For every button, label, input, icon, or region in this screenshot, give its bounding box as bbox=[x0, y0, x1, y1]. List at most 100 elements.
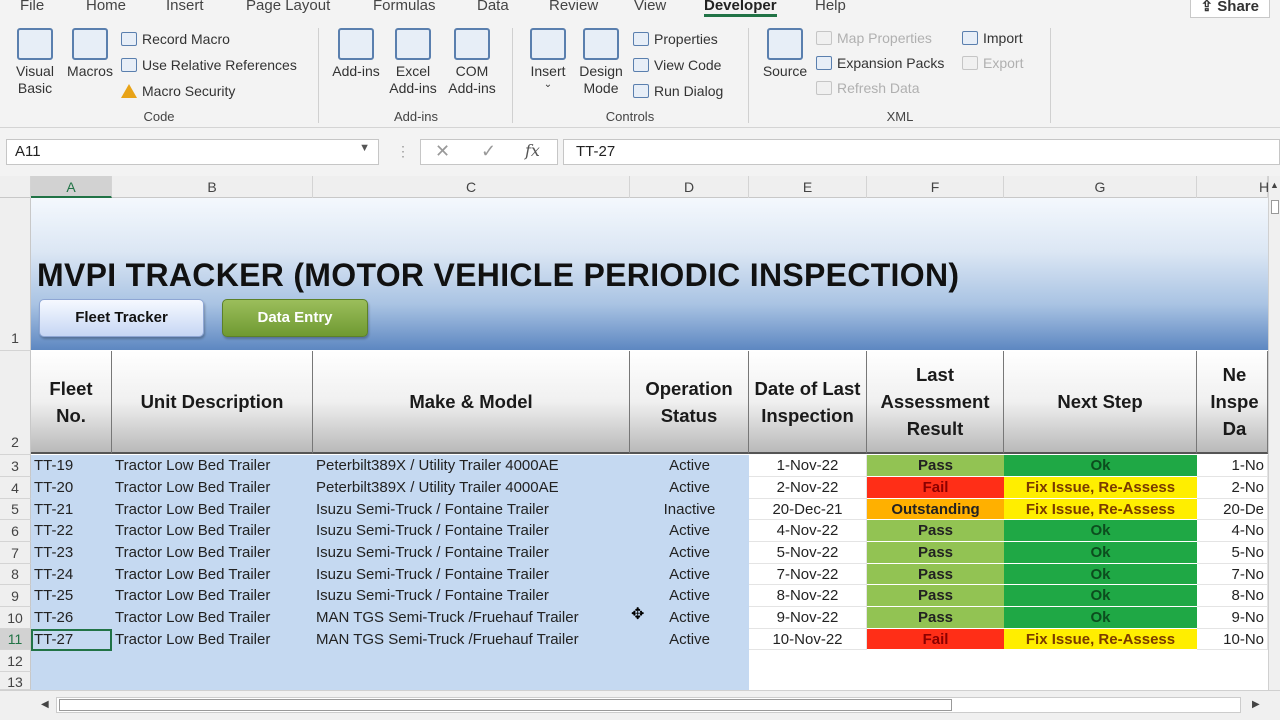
cell-unit-description[interactable]: Tractor Low Bed Trailer bbox=[112, 477, 313, 499]
column-header-f[interactable]: F bbox=[867, 176, 1004, 198]
cell-assessment-result[interactable]: Pass bbox=[867, 607, 1004, 629]
cell-next-step[interactable]: Fix Issue, Re-Assess bbox=[1004, 499, 1197, 520]
cell-assessment-result[interactable]: Pass bbox=[867, 520, 1004, 542]
row-header-9[interactable]: 9 bbox=[0, 585, 31, 607]
visual-basic-button[interactable]: Visual Basic bbox=[10, 28, 60, 97]
row-header-6[interactable]: 6 bbox=[0, 520, 31, 542]
cell-make-model[interactable]: Isuzu Semi-Truck / Fontaine Trailer bbox=[313, 542, 630, 564]
cell-last-inspection-date[interactable]: 10-Nov-22 bbox=[749, 629, 867, 650]
run-dialog-button[interactable]: Run Dialog bbox=[633, 81, 723, 101]
cell-operation-status[interactable]: Active bbox=[630, 564, 749, 585]
header-make-model[interactable]: Make & Model bbox=[313, 351, 630, 454]
export-button[interactable]: Export bbox=[962, 53, 1023, 73]
column-header-e[interactable]: E bbox=[749, 176, 867, 198]
cell-next-inspection-date[interactable]: 1-No bbox=[1197, 455, 1268, 477]
tab-formulas[interactable]: Formulas bbox=[373, 0, 436, 14]
cell-assessment-result[interactable]: Fail bbox=[867, 629, 1004, 650]
cell-unit-description[interactable]: Tractor Low Bed Trailer bbox=[112, 585, 313, 607]
tab-help[interactable]: Help bbox=[815, 0, 846, 14]
cell-next-step[interactable]: Ok bbox=[1004, 542, 1197, 564]
scroll-up-icon[interactable]: ▲ bbox=[1270, 180, 1279, 190]
scroll-right-icon[interactable]: ▶ bbox=[1252, 699, 1260, 710]
cell-assessment-result[interactable]: Pass bbox=[867, 542, 1004, 564]
tab-view[interactable]: View bbox=[634, 0, 666, 14]
cell-operation-status[interactable]: Active bbox=[630, 585, 749, 607]
header-date-last-inspection[interactable]: Date of Last Inspection bbox=[749, 351, 867, 454]
tab-data[interactable]: Data bbox=[477, 0, 509, 14]
vertical-scroll-thumb[interactable] bbox=[1271, 200, 1279, 214]
import-button[interactable]: Import bbox=[962, 28, 1023, 48]
tab-developer[interactable]: Developer bbox=[704, 0, 777, 17]
cell-fleet-no[interactable]: TT-22 bbox=[31, 520, 112, 542]
row-header-5[interactable]: 5 bbox=[0, 499, 31, 520]
cell-next-inspection-date[interactable]: 7-No bbox=[1197, 564, 1268, 585]
vertical-scrollbar[interactable]: ▲ bbox=[1268, 176, 1280, 690]
cell-next-inspection-date[interactable]: 9-No bbox=[1197, 607, 1268, 629]
cell-next-step[interactable]: Fix Issue, Re-Assess bbox=[1004, 629, 1197, 650]
cell-next-inspection-date[interactable]: 5-No bbox=[1197, 542, 1268, 564]
cell-fleet-no[interactable]: TT-25 bbox=[31, 585, 112, 607]
horizontal-scroll-thumb[interactable] bbox=[59, 699, 952, 711]
cell-last-inspection-date[interactable]: 7-Nov-22 bbox=[749, 564, 867, 585]
cell-last-inspection-date[interactable]: 2-Nov-22 bbox=[749, 477, 867, 499]
macros-button[interactable]: Macros bbox=[63, 28, 117, 80]
cell-fleet-no[interactable]: TT-19 bbox=[31, 455, 112, 477]
cell-last-inspection-date[interactable]: 4-Nov-22 bbox=[749, 520, 867, 542]
enter-icon[interactable]: ✓ bbox=[481, 141, 496, 162]
cell-unit-description[interactable]: Tractor Low Bed Trailer bbox=[112, 607, 313, 629]
cell-unit-description[interactable]: Tractor Low Bed Trailer bbox=[112, 455, 313, 477]
cell-make-model[interactable]: Isuzu Semi-Truck / Fontaine Trailer bbox=[313, 564, 630, 585]
cell-assessment-result[interactable]: Pass bbox=[867, 455, 1004, 477]
cell-next-step[interactable]: Ok bbox=[1004, 455, 1197, 477]
properties-button[interactable]: Properties bbox=[633, 29, 718, 49]
com-addins-button[interactable]: COM Add-ins bbox=[444, 28, 500, 97]
row-header-2[interactable]: 2 bbox=[0, 351, 31, 455]
cell-next-inspection-date[interactable]: 4-No bbox=[1197, 520, 1268, 542]
header-operation-status[interactable]: Operation Status bbox=[630, 351, 749, 454]
cell-operation-status[interactable]: Inactive bbox=[630, 499, 749, 520]
row-header-3[interactable]: 3 bbox=[0, 455, 31, 477]
column-header-d[interactable]: D bbox=[630, 176, 749, 198]
share-button[interactable]: ⇪ Share bbox=[1189, 0, 1270, 18]
cell-next-step[interactable]: Fix Issue, Re-Assess bbox=[1004, 477, 1197, 499]
column-header-h[interactable]: H bbox=[1197, 176, 1269, 198]
select-all-corner[interactable] bbox=[0, 176, 31, 198]
tab-home[interactable]: Home bbox=[86, 0, 126, 14]
cell-operation-status[interactable]: Active bbox=[630, 607, 749, 629]
cell-last-inspection-date[interactable]: 8-Nov-22 bbox=[749, 585, 867, 607]
cell-next-inspection-date[interactable]: 20-De bbox=[1197, 499, 1268, 520]
cell-make-model[interactable]: MAN TGS Semi-Truck /Fruehauf Trailer bbox=[313, 607, 630, 629]
excel-addins-button[interactable]: Excel Add-ins bbox=[384, 28, 442, 97]
cell-next-inspection-date[interactable]: 8-No bbox=[1197, 585, 1268, 607]
cell-fleet-no[interactable]: TT-21 bbox=[31, 499, 112, 520]
view-code-button[interactable]: View Code bbox=[633, 55, 721, 75]
column-header-g[interactable]: G bbox=[1004, 176, 1197, 198]
fleet-tracker-button[interactable]: Fleet Tracker bbox=[39, 299, 204, 337]
cell-next-step[interactable]: Ok bbox=[1004, 607, 1197, 629]
header-fleet-no[interactable]: Fleet No. bbox=[31, 351, 112, 454]
cell-next-step[interactable]: Ok bbox=[1004, 585, 1197, 607]
relative-references-button[interactable]: Use Relative References bbox=[121, 55, 297, 75]
refresh-data-button[interactable]: Refresh Data bbox=[816, 78, 919, 98]
row-header-4[interactable]: 4 bbox=[0, 477, 31, 499]
horizontal-scrollbar[interactable]: ◀ ▶ bbox=[0, 690, 1280, 720]
cell-last-inspection-date[interactable]: 5-Nov-22 bbox=[749, 542, 867, 564]
record-macro-button[interactable]: Record Macro bbox=[121, 29, 230, 49]
scroll-left-icon[interactable]: ◀ bbox=[41, 699, 49, 710]
cell-operation-status[interactable]: Active bbox=[630, 520, 749, 542]
row-header-10[interactable]: 10 bbox=[0, 607, 31, 629]
insert-function-icon[interactable]: fx bbox=[525, 141, 540, 160]
cell-operation-status[interactable]: Active bbox=[630, 629, 749, 650]
cell-unit-description[interactable]: Tractor Low Bed Trailer bbox=[112, 542, 313, 564]
expansion-packs-button[interactable]: Expansion Packs bbox=[816, 53, 944, 73]
header-last-assessment-result[interactable]: Last Assessment Result bbox=[867, 351, 1004, 454]
map-properties-button[interactable]: Map Properties bbox=[816, 28, 932, 48]
cell-fleet-no[interactable]: TT-23 bbox=[31, 542, 112, 564]
row-header-7[interactable]: 7 bbox=[0, 542, 31, 564]
data-entry-button[interactable]: Data Entry bbox=[222, 299, 368, 337]
cell-fleet-no[interactable]: TT-20 bbox=[31, 477, 112, 499]
macro-security-button[interactable]: Macro Security bbox=[121, 81, 235, 101]
cell-assessment-result[interactable]: Pass bbox=[867, 564, 1004, 585]
tab-page-layout[interactable]: Page Layout bbox=[246, 0, 330, 14]
cell-make-model[interactable]: Isuzu Semi-Truck / Fontaine Trailer bbox=[313, 499, 630, 520]
